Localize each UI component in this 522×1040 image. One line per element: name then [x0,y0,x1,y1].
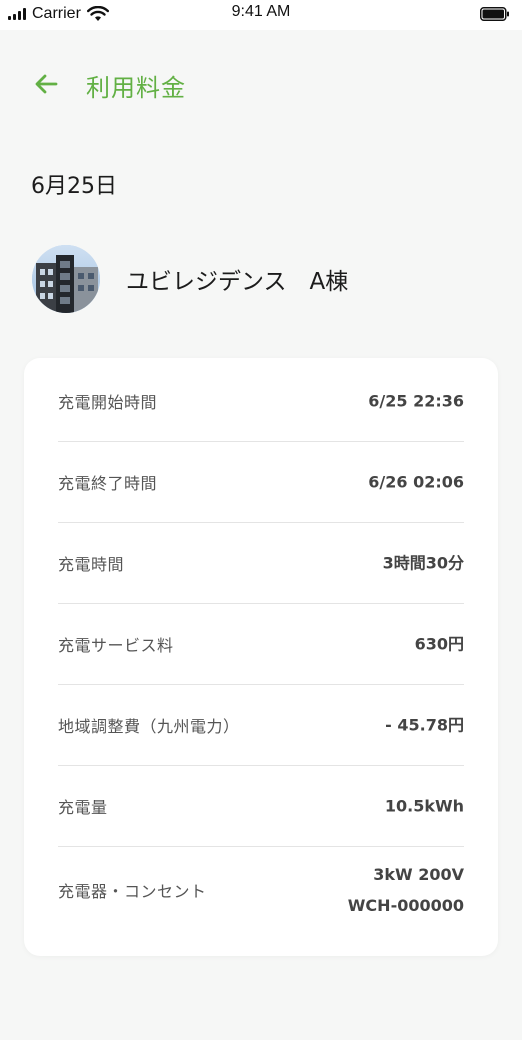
detail-value: 6/25 22:36 [368,391,464,410]
detail-row-regional-adjustment: 地域調整費（九州電力） - 45.78円 [58,684,464,766]
status-time: 9:41 AM [231,3,291,20]
app-header: 利用料金 [0,58,522,110]
detail-label: 充電器・コンセント [58,882,207,901]
back-button[interactable] [32,70,62,98]
avatar [32,245,100,313]
facility-name: ユビレジデンス A棟 [126,269,349,295]
arrow-left-icon [35,74,58,94]
detail-value: 630円 [414,634,464,653]
detail-value: 3kW 200V WCH-000000 [348,859,464,921]
detail-label: 充電時間 [58,554,125,574]
date-label: 6月25日 [31,174,117,199]
detail-row-duration: 充電時間 3時間30分 [58,522,464,604]
detail-label: 充電サービス料 [58,635,174,655]
charger-id: WCH-000000 [347,896,464,915]
detail-label: 充電量 [58,797,108,817]
detail-row-end-time: 充電終了時間 6/26 02:06 [58,441,464,523]
charger-spec: 3kW 200V [373,865,464,884]
building-photo [32,245,100,313]
status-bar: Carrier 9:41 AM [0,0,522,30]
page-title: 利用料金 [86,74,186,102]
detail-label: 充電終了時間 [58,473,158,493]
detail-row-energy: 充電量 10.5kWh [58,765,464,847]
charge-details-card: 充電開始時間 6/25 22:36 充電終了時間 6/26 02:06 充電時間… [24,358,498,956]
detail-value: 6/26 02:06 [368,472,464,491]
detail-value: 3時間30分 [382,553,464,572]
detail-row-charger: 充電器・コンセント 3kW 200V WCH-000000 [58,846,464,934]
detail-value: - 45.78円 [385,715,464,734]
detail-label: 充電開始時間 [58,392,158,412]
detail-value: 10.5kWh [384,796,464,815]
detail-row-service-fee: 充電サービス料 630円 [58,603,464,685]
detail-label: 地域調整費（九州電力） [58,716,240,736]
battery-icon [480,7,509,21]
detail-row-start-time: 充電開始時間 6/25 22:36 [58,360,464,442]
